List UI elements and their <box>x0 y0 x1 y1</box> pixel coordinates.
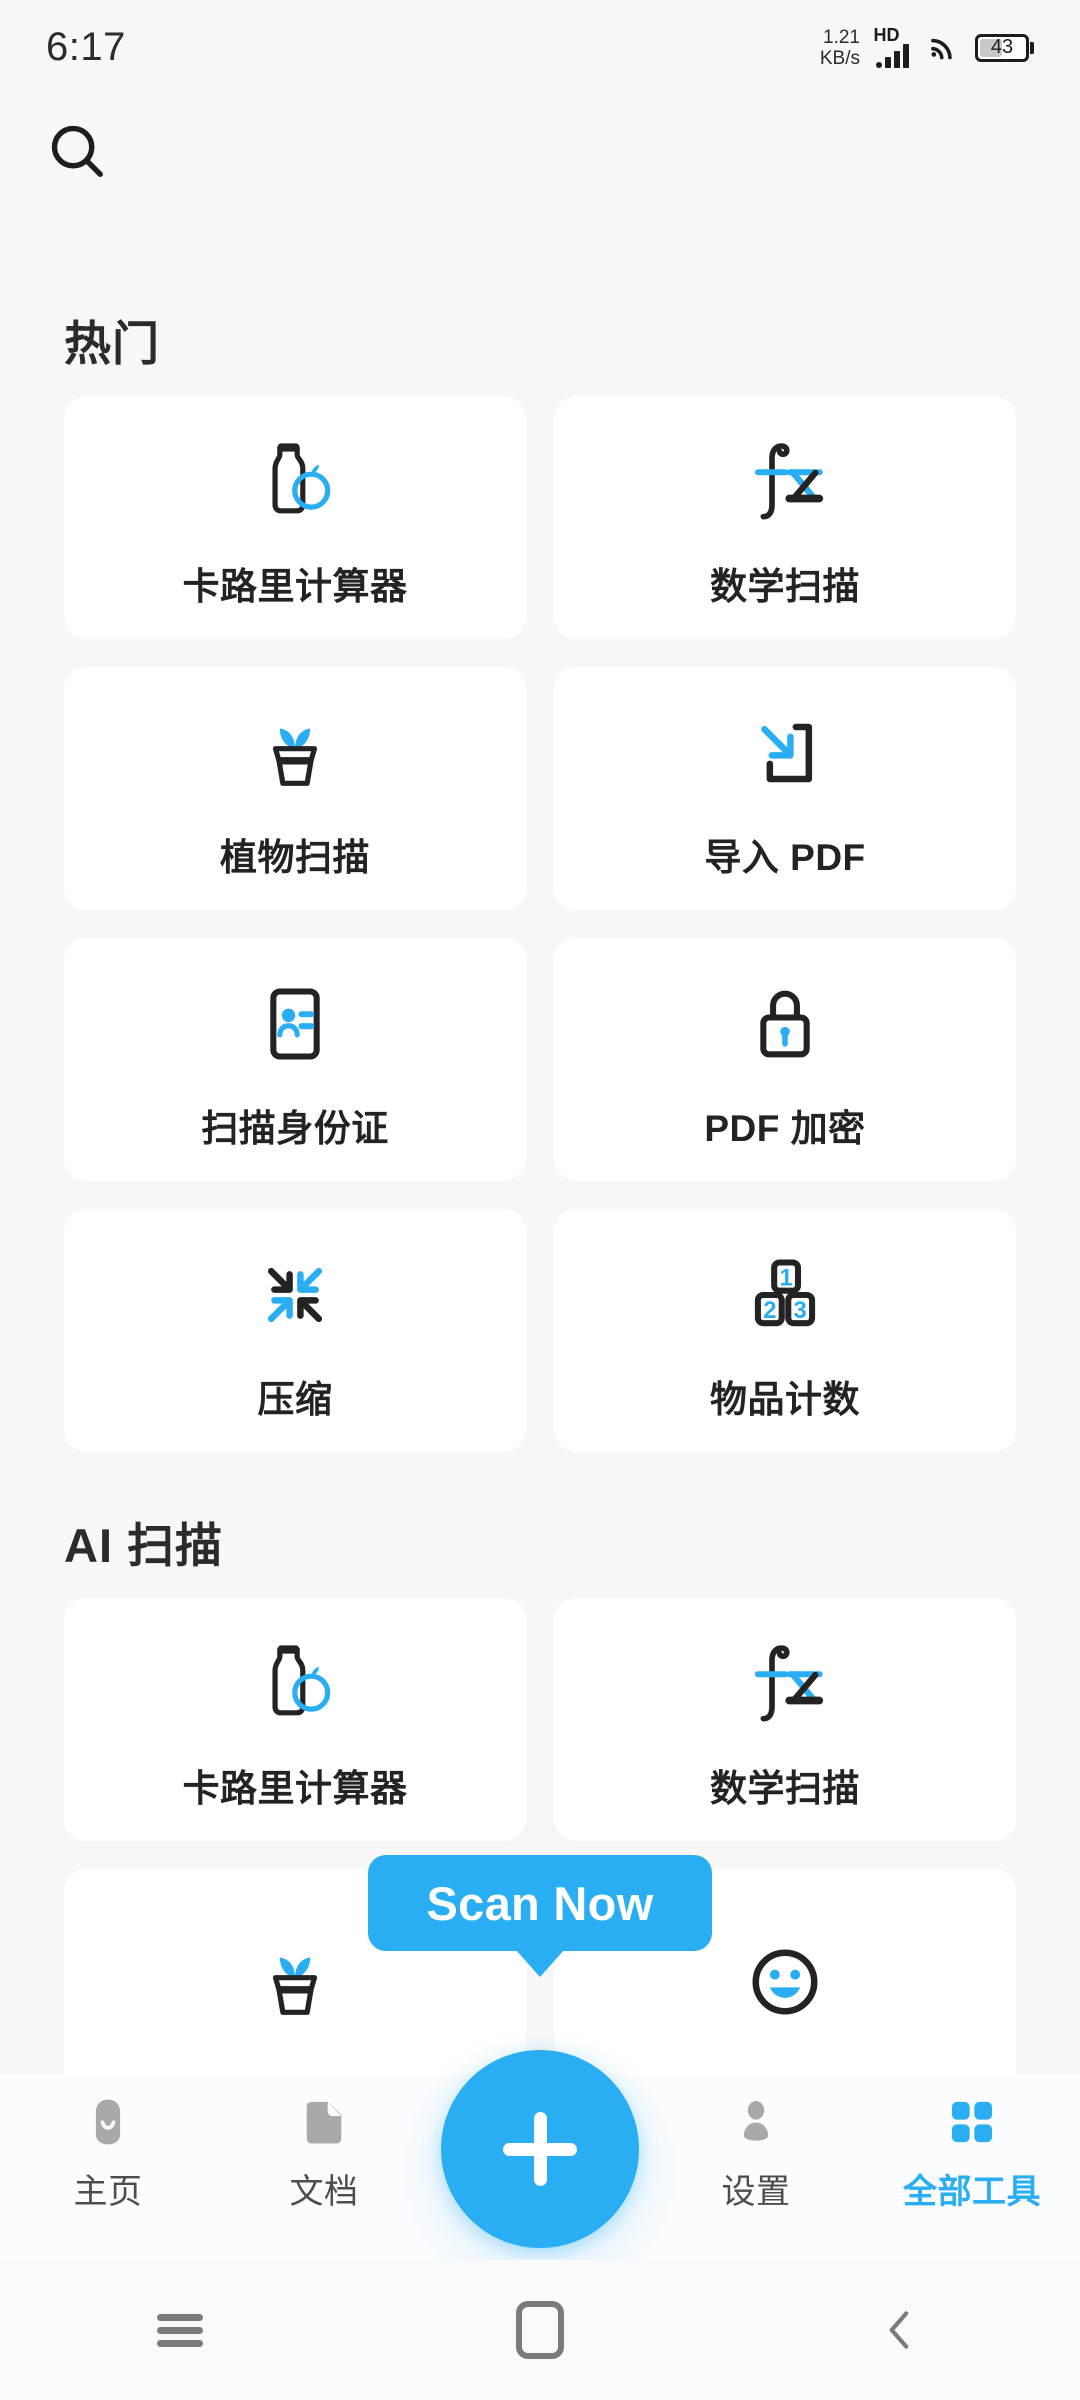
person-icon <box>728 2091 784 2153</box>
tool-card-scan-id[interactable]: 扫描身份证 <box>64 938 526 1181</box>
id-card-icon <box>243 968 347 1080</box>
status-indicators: 1.21 KB/s HD 43 <box>820 25 1034 69</box>
tool-label: 数学扫描 <box>710 1767 860 1809</box>
tool-card-pdf-encrypt[interactable]: PDF 加密 <box>554 938 1016 1181</box>
fx-math-icon <box>733 1628 837 1740</box>
tool-card-math-scan[interactable]: 数学扫描 <box>554 396 1016 639</box>
signal-bars-icon <box>876 44 909 68</box>
signal-icon: HD <box>873 25 909 68</box>
lock-icon <box>733 968 837 1080</box>
tool-card-import-pdf[interactable]: 导入 PDF <box>554 667 1016 910</box>
home-icon <box>80 2091 136 2153</box>
nav-label: 主页 <box>73 2173 143 2211</box>
tool-card-compress[interactable]: 压缩 <box>64 1209 526 1452</box>
svg-text:1: 1 <box>779 1264 792 1291</box>
nav-label: 设置 <box>721 2173 791 2211</box>
svg-text:3: 3 <box>794 1296 807 1323</box>
tool-label: PDF 加密 <box>704 1107 866 1149</box>
tools-grid-hot: 卡路里计算器 数学扫描 植物扫描 导入 PDF 扫描身份证 PDF 加密 压缩 … <box>0 396 1080 1452</box>
back-chevron-icon[interactable] <box>840 2285 960 2375</box>
tool-label: 数学扫描 <box>710 565 860 607</box>
scan-now-tooltip[interactable]: Scan Now <box>368 1855 712 1951</box>
home-square-icon[interactable] <box>480 2285 600 2375</box>
nav-item-all-tools[interactable]: 全部工具 <box>864 2091 1080 2213</box>
hd-label: HD <box>873 25 900 45</box>
scan-now-tooltip-label: Scan Now <box>426 1876 654 1930</box>
recents-icon[interactable] <box>120 2285 240 2375</box>
svg-text:2: 2 <box>763 1296 776 1323</box>
number-blocks-icon: 1 2 3 <box>733 1239 837 1351</box>
status-clock: 6:17 <box>46 25 126 69</box>
network-speed-unit: KB/s <box>819 47 860 69</box>
tool-card-plant-scan[interactable]: 植物扫描 <box>64 667 526 910</box>
tool-label: 植物扫描 <box>220 836 370 878</box>
plant-pot-icon <box>243 1926 347 2038</box>
nav-item-settings[interactable]: 设置 <box>648 2091 864 2213</box>
network-speed-indicator: 1.21 KB/s <box>820 27 860 69</box>
bottle-apple-icon <box>243 1628 347 1740</box>
plant-pot-icon <box>243 697 347 809</box>
tool-label: 卡路里计算器 <box>182 1767 408 1809</box>
status-bar: 6:17 1.21 KB/s HD 43 <box>0 0 1080 95</box>
network-speed-value: 1.21 <box>823 26 860 48</box>
section-title-hot: 热门 <box>64 317 160 370</box>
fx-math-icon <box>733 426 837 538</box>
scan-fab-button[interactable] <box>441 2050 639 2248</box>
battery-level: 43 <box>990 36 1014 58</box>
tool-card-item-count[interactable]: 1 2 3 物品计数 <box>554 1209 1016 1452</box>
search-bar[interactable] <box>46 120 108 187</box>
section-title-ai-scan: AI 扫描 <box>64 1519 224 1572</box>
battery-icon: 43 <box>975 33 1034 62</box>
smiley-face-icon <box>733 1926 837 2038</box>
nav-label: 文档 <box>289 2173 359 2211</box>
tool-card-math-scan-ai[interactable]: 数学扫描 <box>554 1598 1016 1841</box>
tool-label: 压缩 <box>257 1378 333 1420</box>
nav-item-documents[interactable]: 文档 <box>216 2091 432 2213</box>
nav-label: 全部工具 <box>903 2173 1041 2211</box>
android-system-nav <box>0 2260 1080 2400</box>
tool-card-calorie-calculator[interactable]: 卡路里计算器 <box>64 396 526 639</box>
search-icon[interactable] <box>46 120 108 182</box>
phone-screen: 6:17 1.21 KB/s HD 43 热门 卡路里计算器 数学扫描 植物扫描… <box>0 0 1080 2400</box>
tool-label: 物品计数 <box>710 1378 860 1420</box>
wifi-icon <box>931 38 952 59</box>
tool-label: 卡路里计算器 <box>182 565 408 607</box>
grid-icon <box>944 2091 1000 2153</box>
import-arrow-icon <box>733 697 837 809</box>
bottle-apple-icon <box>243 426 347 538</box>
compress-arrows-icon <box>243 1239 347 1351</box>
tool-card-calorie-calculator-ai[interactable]: 卡路里计算器 <box>64 1598 526 1841</box>
tool-label: 导入 PDF <box>704 836 866 878</box>
nav-item-home[interactable]: 主页 <box>0 2091 216 2213</box>
document-icon <box>296 2091 352 2153</box>
tool-label: 扫描身份证 <box>201 1107 389 1149</box>
